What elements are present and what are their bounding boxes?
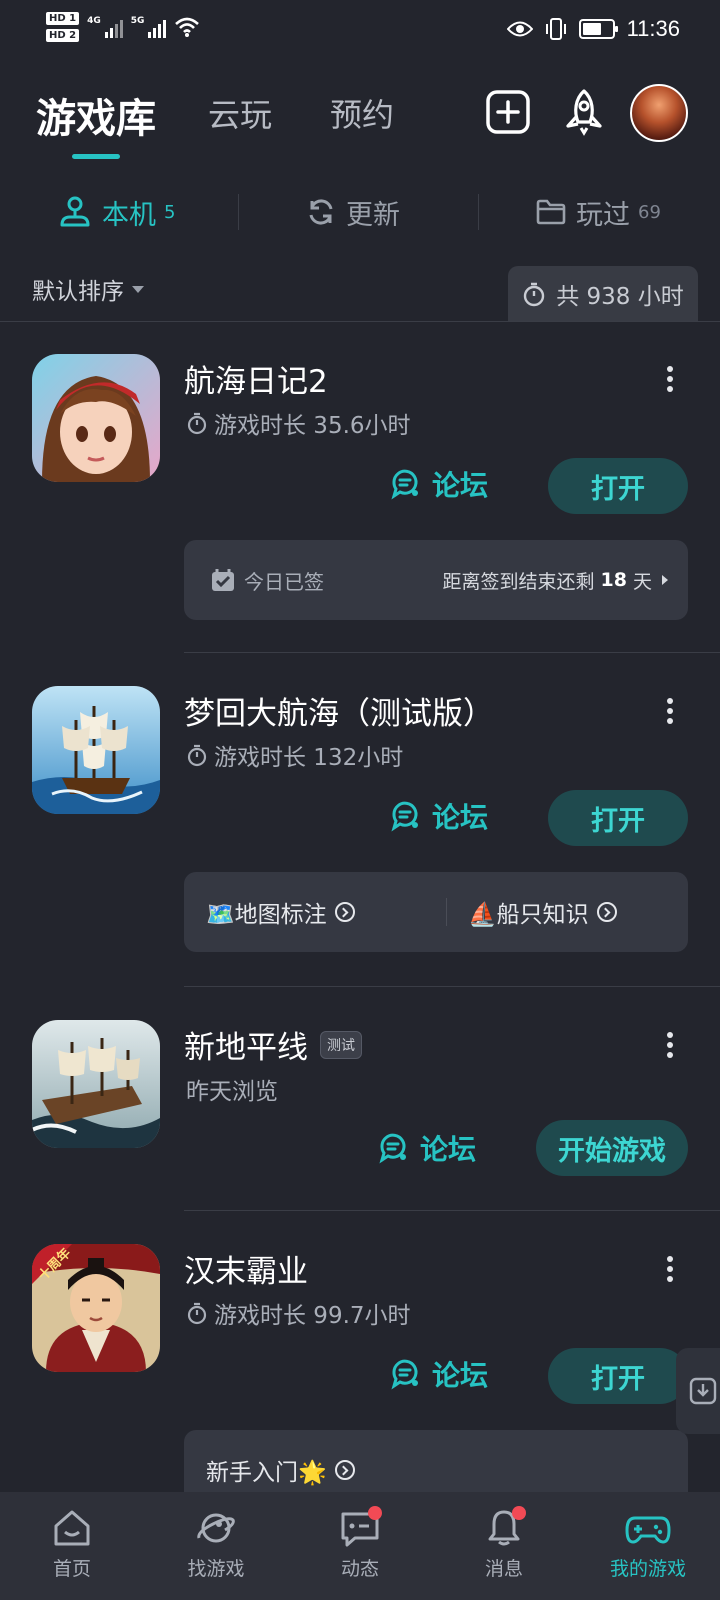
nav-my-games[interactable]: 我的游戏	[576, 1492, 720, 1600]
game-name: 梦回大航海（测试版）	[184, 696, 494, 732]
game-name: 汉末霸业	[184, 1254, 308, 1290]
forum-icon	[391, 469, 418, 500]
forum-button[interactable]: 论坛	[378, 1128, 476, 1168]
checkin-remaining-label: 距离签到结束还剩	[442, 570, 595, 593]
start-game-button[interactable]: 开始游戏	[536, 1120, 688, 1176]
subtab-played[interactable]: 玩过 69	[536, 190, 661, 234]
floating-download-button[interactable]	[676, 1348, 720, 1434]
checkin-remaining-days: 18	[600, 569, 627, 591]
tab-reservation[interactable]: 预约	[330, 90, 394, 136]
notification-dot	[368, 1506, 382, 1520]
test-badge: 测试	[320, 1030, 362, 1059]
tab-game-library[interactable]: 游戏库	[36, 86, 156, 144]
status-bar: HD 1 HD 2 4G 5G 11:36	[0, 0, 720, 62]
game-last-browsed: 昨天浏览	[186, 1079, 278, 1105]
home-icon	[54, 1510, 90, 1546]
signal-5g-icon: 5G	[131, 16, 167, 38]
forum-button[interactable]: 论坛	[390, 796, 488, 836]
ship-knowledge-link[interactable]: ⛵船只知识	[468, 872, 617, 952]
more-options-icon[interactable]	[664, 366, 676, 394]
timer-icon	[187, 412, 207, 435]
map-markers-link[interactable]: 🗺️地图标注	[206, 872, 355, 952]
nav-feed[interactable]: 动态	[288, 1492, 432, 1600]
total-playtime: 共 938 小时	[508, 266, 698, 322]
download-icon	[689, 1377, 717, 1405]
game-playtime: 游戏时长 132小时	[186, 738, 403, 772]
forum-icon	[391, 1359, 418, 1390]
hd1-indicator: HD 1	[46, 12, 80, 25]
open-button[interactable]: 打开	[548, 1348, 688, 1404]
local-device-icon	[60, 196, 90, 227]
wifi-icon	[175, 17, 200, 37]
arrow-right-icon	[662, 575, 668, 585]
hd2-indicator: HD 2	[46, 29, 80, 42]
add-icon[interactable]	[484, 88, 532, 136]
game-playtime: 游戏时长 35.6小时	[186, 406, 411, 440]
subtab-update-label: 更新	[346, 199, 400, 231]
more-options-icon[interactable]	[664, 698, 676, 726]
subtab-local-count: 5	[164, 201, 176, 223]
chevron-right-circle-icon	[596, 902, 617, 922]
checkin-panel[interactable]: 今日已签 距离签到结束还剩 18 天	[184, 540, 688, 620]
calendar-check-icon	[212, 569, 234, 591]
sort-dropdown[interactable]: 默认排序	[32, 272, 144, 306]
game-playtime: 游戏时长 99.7小时	[186, 1296, 411, 1330]
timer-icon	[524, 282, 545, 307]
subtab-local-label: 本机	[102, 199, 156, 231]
game-icon[interactable]	[32, 686, 160, 814]
sort-label: 默认排序	[32, 279, 124, 305]
forum-icon	[379, 1133, 406, 1164]
planet-icon	[197, 1513, 235, 1543]
chevron-down-icon	[132, 285, 144, 293]
active-tab-indicator	[72, 154, 120, 159]
clock: 11:36	[626, 16, 680, 41]
more-options-icon[interactable]	[664, 1256, 676, 1284]
vibrate-icon	[545, 18, 566, 40]
forum-button[interactable]: 论坛	[390, 1354, 488, 1394]
timer-icon	[187, 744, 207, 767]
timer-icon	[187, 1302, 207, 1325]
nav-home[interactable]: 首页	[0, 1492, 144, 1600]
subtab-played-count: 69	[638, 201, 661, 223]
open-button[interactable]: 打开	[548, 790, 688, 846]
subtab-update[interactable]: 更新	[306, 190, 400, 234]
nav-find-games[interactable]: 找游戏	[144, 1492, 288, 1600]
sort-row: 默认排序 共 938 小时	[0, 262, 720, 322]
more-options-icon[interactable]	[664, 1032, 676, 1060]
gamepad-icon	[625, 1516, 671, 1544]
total-playtime-text: 共 938 小时	[556, 284, 684, 310]
signal-4g-icon: 4G	[87, 16, 123, 38]
avatar[interactable]	[630, 84, 688, 142]
battery-icon	[578, 19, 618, 39]
subtab-played-label: 玩过	[576, 199, 630, 231]
open-button[interactable]: 打开	[548, 458, 688, 514]
rocket-icon[interactable]	[560, 88, 608, 136]
forum-icon	[391, 801, 418, 832]
chevron-right-circle-icon	[334, 1460, 355, 1480]
forum-button[interactable]: 论坛	[390, 464, 488, 504]
subtab-local[interactable]: 本机 5	[58, 190, 175, 234]
game-name: 航海日记2	[184, 364, 328, 400]
tab-cloud-play[interactable]: 云玩	[208, 90, 272, 136]
quick-links-panel: 🗺️地图标注 ⛵船只知识	[184, 872, 688, 952]
refresh-icon	[309, 199, 333, 225]
header: 游戏库 云玩 预约	[0, 62, 720, 172]
chevron-right-circle-icon	[334, 902, 355, 922]
notification-dot	[512, 1506, 526, 1520]
eye-icon	[506, 21, 533, 37]
game-icon[interactable]: 十周年	[32, 1244, 160, 1372]
game-name: 新地平线 测试	[184, 1022, 362, 1067]
game-icon[interactable]	[32, 354, 160, 482]
bottom-nav: 首页 找游戏 动态 消息 我的游戏	[0, 1492, 720, 1600]
sub-tabs: 本机 5 更新 玩过 69	[0, 190, 720, 234]
folder-icon	[536, 199, 566, 225]
checkin-status: 今日已签	[244, 569, 324, 594]
nav-messages[interactable]: 消息	[432, 1492, 576, 1600]
game-icon[interactable]	[32, 1020, 160, 1148]
